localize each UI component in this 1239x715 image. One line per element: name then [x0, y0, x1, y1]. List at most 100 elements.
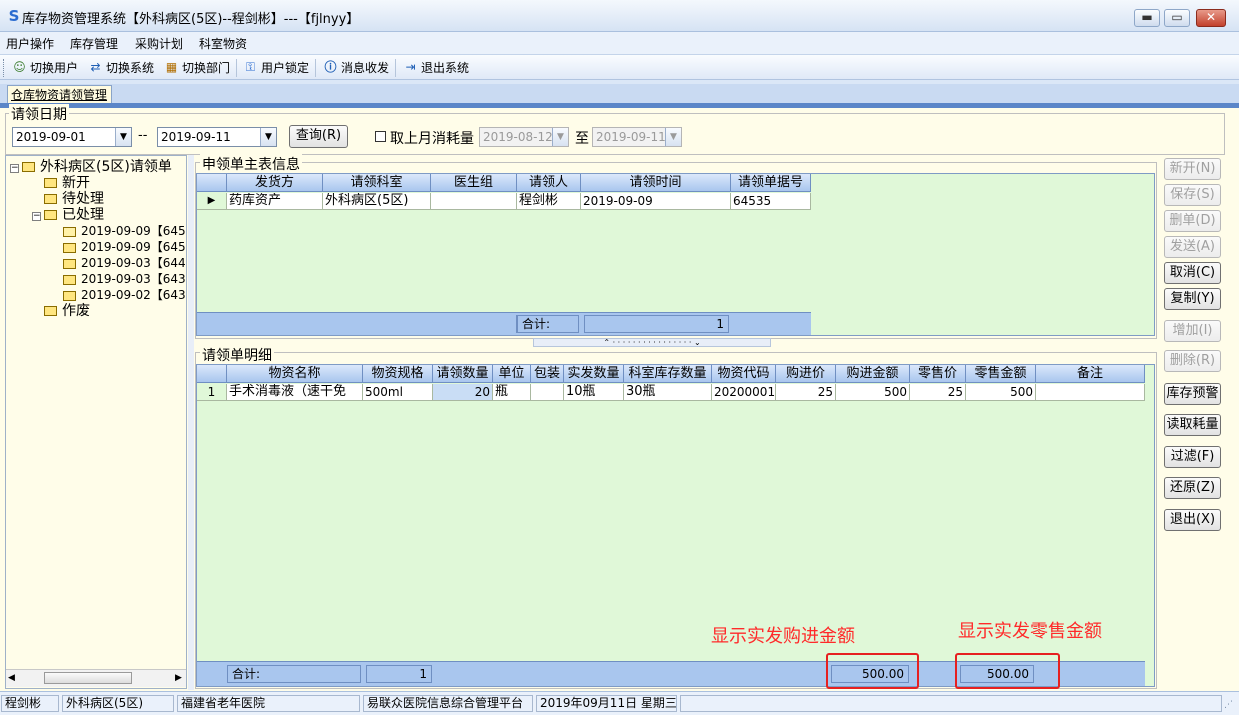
table-cell[interactable]: 25 [776, 384, 836, 401]
column-header[interactable]: 科室库存数量 [624, 365, 712, 383]
switch-system-button[interactable]: ⇄ 切换系统 [86, 59, 154, 77]
tree-item[interactable]: 2019-09-09【645 [63, 223, 186, 239]
column-header[interactable]: 请领科室 [323, 174, 431, 192]
folder-icon [63, 274, 76, 285]
column-header[interactable]: 请领数量 [433, 365, 493, 383]
table-cell[interactable]: 外科病区(5区) [323, 193, 431, 210]
table-cell[interactable]: 瓶 [493, 384, 531, 401]
tree-node-void[interactable]: 作废 [44, 303, 90, 319]
table-cell[interactable]: 20 [433, 384, 493, 401]
table-cell[interactable]: 30瓶 [624, 384, 712, 401]
close-button[interactable]: ✕ [1196, 9, 1226, 27]
column-header[interactable]: 包装 [531, 365, 564, 383]
tree-root[interactable]: 外科病区(5区)请领单 [22, 159, 172, 175]
horizontal-splitter[interactable]: ⌃ · · · · · · · · · · · · · · · · ⌄ [533, 338, 771, 347]
status-empty [680, 695, 1222, 712]
tree-node-new[interactable]: 新开 [44, 175, 90, 191]
chevron-down-icon[interactable]: ▼ [115, 128, 131, 146]
column-header[interactable]: 请领人 [517, 174, 581, 192]
save-button[interactable]: 保存(S) [1164, 184, 1221, 206]
switch-dept-button[interactable]: ▦ 切换部门 [162, 59, 230, 77]
exit-button[interactable]: 退出(X) [1164, 509, 1221, 531]
collapse-icon[interactable]: − [32, 212, 41, 221]
table-cell[interactable]: 500 [836, 384, 910, 401]
table-cell[interactable] [531, 384, 564, 401]
date-filter-legend: 请领日期 [9, 104, 69, 124]
send-button[interactable]: 发送(A) [1164, 236, 1221, 258]
lock-user-icon: ⚿ [245, 60, 256, 74]
table-cell[interactable]: 药库资产 [227, 193, 323, 210]
read-consumption-button[interactable]: 读取耗量 [1164, 414, 1221, 436]
add-button[interactable]: 增加(I) [1164, 320, 1221, 342]
column-header[interactable]: 备注 [1036, 365, 1145, 383]
restore-button[interactable]: 还原(Z) [1164, 477, 1221, 499]
delete-order-button[interactable]: 删单(D) [1164, 210, 1221, 232]
maximize-button[interactable]: ▭ [1164, 9, 1190, 27]
tab-warehouse-requisition[interactable]: 仓库物资请领管理 [7, 85, 112, 104]
table-cell[interactable]: 2019-09-09 [581, 193, 731, 210]
remove-button[interactable]: 删除(R) [1164, 350, 1221, 372]
column-header[interactable]: 物资规格 [363, 365, 433, 383]
column-header[interactable]: 实发数量 [564, 365, 624, 383]
tree-horizontal-scrollbar[interactable]: ◀ ▶ [6, 669, 186, 687]
scroll-left-icon[interactable]: ◀ [8, 673, 15, 683]
scroll-thumb[interactable] [44, 672, 132, 684]
messages-button[interactable]: ⓘ 消息收发 [321, 59, 389, 77]
column-header[interactable]: 单位 [493, 365, 531, 383]
lock-user-button[interactable]: ⚿ 用户锁定 [241, 59, 309, 77]
prev-start-date-combo: 2019-08-12 ▼ [479, 127, 569, 147]
table-cell[interactable] [431, 193, 517, 210]
table-cell[interactable]: 25 [910, 384, 966, 401]
tree-item[interactable]: 2019-09-03【644 [63, 255, 186, 271]
tree-node-pending[interactable]: 待处理 [44, 191, 104, 207]
tree-item[interactable]: 2019-09-03【643 [63, 271, 186, 287]
column-header[interactable]: 物资名称 [227, 365, 363, 383]
cancel-button[interactable]: 取消(C) [1164, 262, 1221, 284]
column-header[interactable]: 购进金额 [836, 365, 910, 383]
column-header[interactable]: 医生组 [431, 174, 517, 192]
chevron-down-icon[interactable]: ▼ [260, 128, 276, 146]
tree-node-processed[interactable]: 已处理 [44, 207, 104, 223]
column-header[interactable]: 物资代码 [712, 365, 776, 383]
end-date-combo[interactable]: 2019-09-11 ▼ [157, 127, 277, 147]
menu-purchase-plan[interactable]: 采购计划 [135, 35, 183, 52]
column-header[interactable]: 发货方 [227, 174, 323, 192]
start-date-combo[interactable]: 2019-09-01 ▼ [12, 127, 132, 147]
master-legend: 申领单主表信息 [200, 154, 302, 174]
minimize-button[interactable]: ▬ [1134, 9, 1160, 27]
copy-button[interactable]: 复制(Y) [1164, 288, 1221, 310]
table-cell[interactable]: 程剑彬 [517, 193, 581, 210]
stock-alert-button[interactable]: 库存预警 [1164, 383, 1221, 405]
table-cell[interactable]: 20200001 [712, 384, 776, 401]
new-button[interactable]: 新开(N) [1164, 158, 1221, 180]
menu-inventory[interactable]: 库存管理 [70, 35, 118, 52]
exit-system-button[interactable]: ⇥ 退出系统 [401, 59, 469, 77]
collapse-icon[interactable]: − [10, 164, 19, 173]
column-header[interactable]: 零售价 [910, 365, 966, 383]
tree-item[interactable]: 2019-09-02【643 [63, 287, 186, 303]
switch-user-icon: ☺ [13, 60, 26, 74]
table-cell[interactable]: 500ml [363, 384, 433, 401]
column-header[interactable]: 零售金额 [966, 365, 1036, 383]
menu-dept-supplies[interactable]: 科室物资 [199, 35, 247, 52]
query-button[interactable]: 查询(R) [289, 125, 348, 148]
resize-grip-icon[interactable]: ⋰ [1224, 700, 1233, 710]
switch-user-button[interactable]: ☺ 切换用户 [10, 59, 78, 77]
prev-month-checkbox[interactable] [375, 131, 386, 142]
table-cell[interactable]: 10瓶 [564, 384, 624, 401]
column-header[interactable]: 请领时间 [581, 174, 731, 192]
table-cell[interactable]: 手术消毒液（速干免 [227, 384, 363, 401]
row-indicator-header [197, 174, 227, 192]
table-cell[interactable] [1036, 384, 1145, 401]
table-cell[interactable]: 500 [966, 384, 1036, 401]
scroll-right-icon[interactable]: ▶ [175, 673, 182, 683]
total-count: 1 [366, 665, 432, 683]
vertical-splitter[interactable] [188, 155, 194, 690]
filter-button[interactable]: 过滤(F) [1164, 446, 1221, 468]
column-header[interactable]: 请领单据号 [731, 174, 811, 192]
table-cell[interactable]: 64535 [731, 193, 811, 210]
annotation-purchase: 显示实发购进金额 [711, 626, 855, 647]
tree-item[interactable]: 2019-09-09【645 [63, 239, 186, 255]
menu-user-ops[interactable]: 用户操作 [6, 35, 54, 52]
column-header[interactable]: 购进价 [776, 365, 836, 383]
